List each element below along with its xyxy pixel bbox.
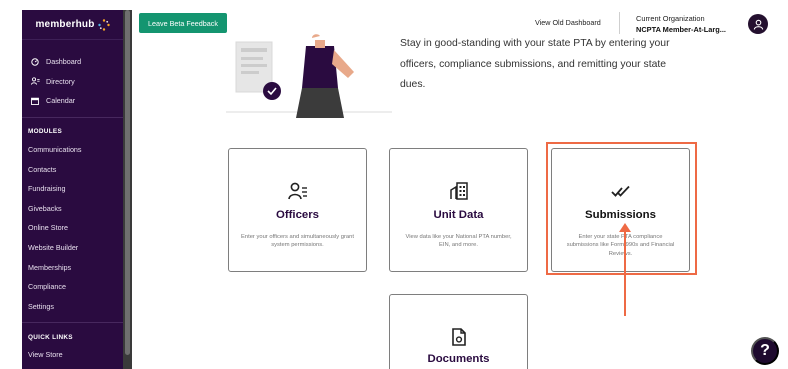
document-icon [451,328,466,346]
sidebar-item-calendar[interactable]: Calendar [22,91,123,111]
app-root: memberhub Dashboard Directory Calendar M… [0,0,788,369]
leave-feedback-button[interactable]: Leave Beta Feedback [139,13,227,33]
directory-icon [30,76,40,86]
help-button[interactable]: ? [751,337,779,365]
officers-icon [287,182,307,200]
sidebar-item-givebacks[interactable]: Givebacks [22,199,123,219]
organization-name[interactable]: NCPTA Member-At-Larg... [636,25,726,34]
logo[interactable]: memberhub [22,10,123,40]
sparkle-logo-icon [97,18,110,31]
sidebar-item-label: Directory [46,76,75,86]
hero-description: Stay in good-standing with your state PT… [400,38,670,91]
current-organization-label: Current Organization [636,14,705,23]
unit-data-card-description: View data like your National PTA number,… [405,234,512,249]
sidebar-item-fundraising[interactable]: Fundraising [22,179,123,199]
sidebar-item-view-store[interactable]: View Store [22,345,123,365]
sidebar-item-dashboard[interactable]: Dashboard [22,52,123,72]
sidebar-scrollbar-thumb[interactable] [125,10,130,355]
documents-card-title: Documents [427,353,490,365]
unit-data-card[interactable]: Unit Data View data like your National P… [389,148,528,272]
view-old-dashboard-link[interactable]: View Old Dashboard [535,18,601,27]
officers-card[interactable]: Officers Enter your officers and simulta… [228,148,367,272]
quick-links-heading: QUICK LINKS [28,333,73,341]
logo-text: memberhub [35,19,95,30]
building-icon [449,182,468,200]
officers-card-title: Officers [275,209,320,221]
sidebar-item-website-builder[interactable]: Website Builder [22,238,123,258]
sidebar-item-online-store[interactable]: Online Store [22,218,123,238]
sidebar-item-memberships[interactable]: Memberships [22,257,123,277]
sidebar: memberhub Dashboard Directory Calendar M… [22,10,123,369]
submissions-highlight-box [546,142,697,275]
dashboard-icon [30,57,40,67]
unit-data-card-title: Unit Data [433,209,484,221]
sidebar-item-contacts[interactable]: Contacts [22,159,123,179]
officers-card-description: Enter your officers and simultaneously g… [241,234,354,249]
sidebar-item-communications[interactable]: Communications [22,140,123,160]
sidebar-item-label: Calendar [46,96,76,106]
user-icon [753,19,763,30]
modules-heading: MODULES [28,128,63,136]
sidebar-divider [22,116,123,118]
sidebar-item-compliance[interactable]: Compliance [22,277,123,297]
user-avatar[interactable] [748,14,768,34]
header-divider [619,12,620,34]
sidebar-item-label: Dashboard [46,57,82,67]
annotation-arrow-head [619,223,631,232]
sidebar-item-settings[interactable]: Settings [22,297,123,317]
annotation-arrow-line [624,228,626,316]
sidebar-item-directory[interactable]: Directory [22,72,123,92]
calendar-icon [30,96,40,106]
documents-card[interactable]: Documents [389,294,528,369]
hero-illustration [226,34,392,118]
sidebar-divider [22,322,123,324]
